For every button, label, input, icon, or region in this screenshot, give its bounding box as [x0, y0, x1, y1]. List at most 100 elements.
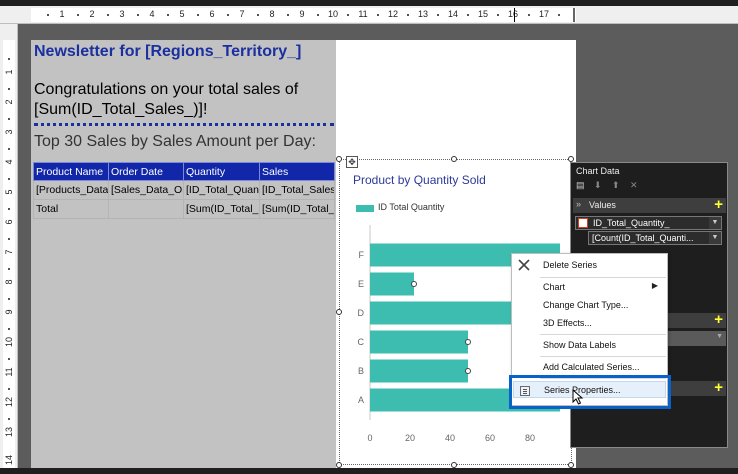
- ruler-tick: [8, 328, 10, 330]
- ruler-number: 10: [4, 337, 14, 348]
- chevron-down-icon[interactable]: ▼: [709, 232, 721, 244]
- chart-data-title: Chart Data: [576, 166, 620, 176]
- move-handle-icon[interactable]: ✥: [346, 156, 358, 168]
- bar-C[interactable]: [370, 330, 468, 354]
- table-cell[interactable]: [108, 199, 184, 219]
- table-cell[interactable]: [Sum(ID_Total_(: [183, 199, 260, 219]
- table-header-cell[interactable]: Sales: [259, 162, 335, 181]
- series-field[interactable]: ID_Total_Quantity_ ▼: [575, 216, 722, 230]
- ruler-tick: [8, 358, 10, 360]
- category-label: D: [358, 308, 365, 318]
- report-title[interactable]: Newsletter for [Regions_Territory_]: [34, 43, 301, 61]
- series-expression-field[interactable]: [Count(ID_Total_Quanti... ▼: [588, 231, 722, 245]
- chart-title[interactable]: Product by Quantity Sold: [353, 173, 486, 187]
- table-cell[interactable]: [Sum(ID_Total_: [259, 199, 335, 219]
- ruler-tick: [47, 14, 49, 16]
- ruler-number: 5: [179, 9, 185, 19]
- report-body[interactable]: Newsletter for [Regions_Territory_] Cong…: [31, 40, 336, 468]
- ruler-tick: [257, 14, 259, 16]
- properties-icon[interactable]: ▤: [576, 180, 585, 191]
- menu-item-label: Chart: [543, 282, 566, 292]
- ruler-tick: [137, 14, 139, 16]
- ruler-number: 6: [4, 219, 14, 225]
- bar-end-handle[interactable]: [465, 368, 471, 374]
- ruler-tick: [347, 14, 349, 16]
- ruler-tick: [558, 14, 560, 16]
- table-cell[interactable]: [Sales_Data_Or: [108, 180, 184, 200]
- chevron-down-icon[interactable]: ▼: [716, 333, 723, 340]
- ruler-number: 2: [4, 99, 14, 105]
- ruler-tick: [437, 14, 439, 16]
- ruler-tick: [287, 14, 289, 16]
- series-expression-label: [Count(ID_Total_Quanti...: [592, 233, 694, 243]
- chevron-down-icon[interactable]: ▼: [709, 217, 721, 229]
- table-cell[interactable]: [ID_Total_Sales: [259, 180, 335, 200]
- menu-separator: [540, 334, 666, 335]
- ruler-number: 8: [269, 9, 275, 19]
- menu-item-label: 3D Effects...: [543, 318, 592, 328]
- ruler-number: 9: [299, 9, 305, 19]
- resize-handle[interactable]: [451, 156, 457, 162]
- ruler-tick: [197, 14, 199, 16]
- move-down-icon[interactable]: ⬇: [594, 180, 602, 191]
- ruler-number: 13: [417, 9, 428, 19]
- ruler-number: 1: [59, 9, 65, 19]
- ruler-number: 2: [89, 9, 95, 19]
- menu-item-3d-effects[interactable]: 3D Effects...: [513, 315, 666, 332]
- ruler-tick: [227, 14, 229, 16]
- vertical-ruler: 1 2 3 4 5 6 7 8 9 10 11 12 13 14: [0, 24, 18, 468]
- table-header-cell[interactable]: Order Date: [108, 162, 184, 181]
- menu-item-label: Show Data Labels: [543, 340, 617, 350]
- submenu-arrow-icon: ▶: [651, 281, 658, 290]
- bar-end-handle[interactable]: [411, 281, 417, 287]
- x-tick-label: 80: [525, 433, 535, 443]
- menu-item-delete-series[interactable]: Delete Series: [513, 257, 666, 274]
- congrats-textbox[interactable]: Congratulations on your total sales of […: [34, 80, 334, 120]
- ruler-tick: [467, 14, 469, 16]
- add-series-group-icon[interactable]: +: [714, 379, 723, 396]
- menu-item-change-chart-type[interactable]: Change Chart Type...: [513, 297, 666, 314]
- legend-label[interactable]: ID Total Quantity: [378, 202, 444, 212]
- ruler-number: 1: [4, 69, 14, 75]
- sales-table[interactable]: Product Name Order Date Quantity Sales […: [33, 162, 335, 219]
- top30-heading[interactable]: Top 30 Sales by Sales Amount per Day:: [34, 133, 316, 151]
- ruler-number: 14: [447, 9, 458, 19]
- ruler-cursor-marker: [514, 8, 515, 22]
- legend-swatch: [356, 205, 374, 212]
- ruler-number: 16: [507, 9, 518, 19]
- table-cell[interactable]: Total: [33, 199, 109, 219]
- ruler-tick: [317, 14, 319, 16]
- ruler-number: 13: [4, 427, 14, 438]
- ruler-number: 4: [149, 9, 155, 19]
- ruler-tick: [8, 178, 10, 180]
- ruler-tick: [8, 118, 10, 120]
- ruler-number: 4: [4, 159, 14, 165]
- resize-handle[interactable]: [336, 156, 342, 162]
- ruler-tick: [8, 418, 10, 420]
- ruler-number: 14: [4, 455, 14, 466]
- table-cell[interactable]: [Products_Data_: [33, 180, 109, 200]
- collapse-icon[interactable]: »: [576, 199, 581, 209]
- series-field-icon: [578, 218, 588, 228]
- menu-item-chart[interactable]: Chart ▶: [513, 279, 666, 296]
- table-header-cell[interactable]: Product Name: [33, 162, 109, 181]
- delete-icon[interactable]: ✕: [630, 180, 638, 191]
- add-category-icon[interactable]: +: [714, 311, 723, 328]
- menu-item-add-calculated-series[interactable]: Add Calculated Series...: [513, 359, 666, 376]
- menu-item-show-data-labels[interactable]: Show Data Labels: [513, 337, 666, 354]
- move-up-icon[interactable]: ⬆: [612, 180, 620, 191]
- ruler-tick: [8, 58, 10, 60]
- table-header-cell[interactable]: Quantity: [183, 162, 260, 181]
- ruler-number: 6: [209, 9, 215, 19]
- bar-E[interactable]: [370, 272, 414, 296]
- add-value-icon[interactable]: +: [714, 196, 723, 213]
- ruler-tick: [8, 388, 10, 390]
- values-section-header[interactable]: » Values +: [573, 196, 726, 213]
- bar-end-handle[interactable]: [465, 339, 471, 345]
- menu-separator: [540, 356, 666, 357]
- category-label: B: [358, 366, 364, 376]
- table-cell[interactable]: [ID_Total_Quant: [183, 180, 260, 200]
- ruler-page-limit[interactable]: [573, 8, 575, 22]
- ruler-number: 10: [327, 9, 338, 19]
- bar-B[interactable]: [370, 359, 468, 383]
